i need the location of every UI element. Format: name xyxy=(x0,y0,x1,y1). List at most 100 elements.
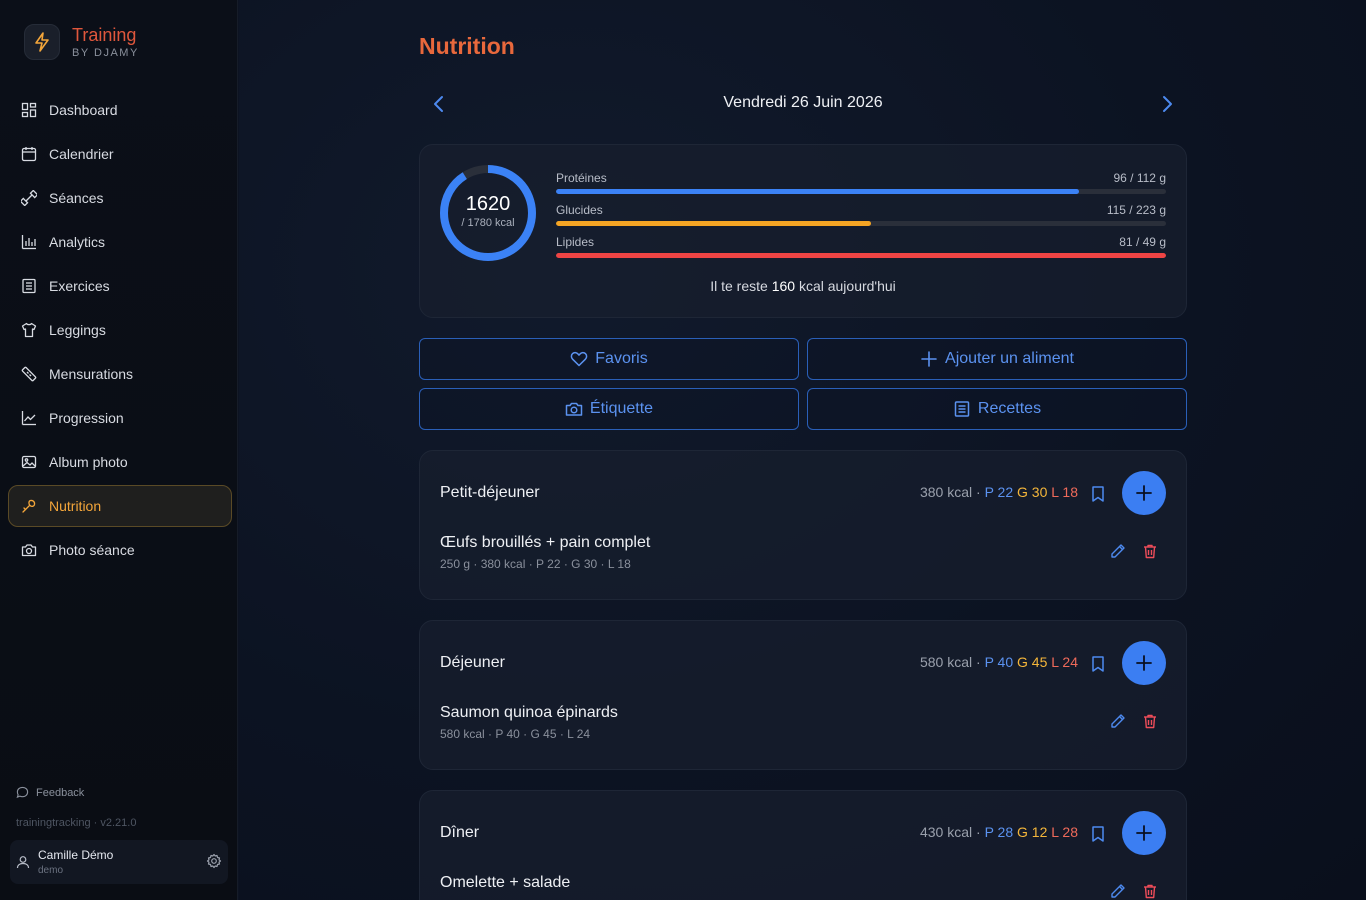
favorites-label: Favoris xyxy=(595,350,648,367)
sidebar-item-progression[interactable]: Progression xyxy=(8,397,232,439)
main-content: Nutrition Vendredi 26 Juin 2026 1620 / 1… xyxy=(239,0,1366,900)
sidebar-item-label: Dashboard xyxy=(49,102,118,118)
dumbbell-icon xyxy=(21,190,37,206)
trash-icon[interactable] xyxy=(1142,883,1158,899)
meal-stats-separator: · xyxy=(976,484,981,500)
sidebar-item-photo-seance[interactable]: Photo séance xyxy=(8,529,232,571)
bookmark-icon[interactable] xyxy=(1090,485,1106,503)
meal-card-diner: Dîner 430 kcal · P 28 G 12 L 28 Omelette… xyxy=(419,790,1187,900)
calendar-icon xyxy=(21,147,37,162)
favorites-button[interactable]: Favoris xyxy=(419,338,799,380)
macro-value: 96 / 112 g xyxy=(1113,171,1167,185)
sidebar-item-album-photo[interactable]: Album photo xyxy=(8,441,232,483)
macro-label: Glucides xyxy=(556,203,603,217)
pencil-icon[interactable] xyxy=(1110,543,1126,559)
sidebar-item-label: Progression xyxy=(49,410,124,426)
sidebar-item-analytics[interactable]: Analytics xyxy=(8,221,232,263)
dashboard-icon xyxy=(21,102,37,118)
brand-title: Training xyxy=(72,25,137,45)
recipes-label: Recettes xyxy=(977,400,1042,417)
macro-bar-fill xyxy=(556,221,871,226)
image-icon xyxy=(21,455,37,469)
current-date: Vendredi 26 Juin 2026 xyxy=(723,94,883,111)
meal-stats: 380 kcal · P 22 G 30 L 18 xyxy=(920,484,1078,500)
meal-title: Déjeuner xyxy=(440,654,505,671)
remaining-prefix: Il te reste xyxy=(710,278,768,294)
meal-stats-separator: · xyxy=(976,824,981,840)
camera-icon xyxy=(565,402,583,416)
list-icon xyxy=(22,278,36,294)
recipes-button[interactable]: Recettes xyxy=(807,388,1187,430)
sidebar: Training BY DJAMY Dashboard Calendrier S… xyxy=(0,0,238,900)
sidebar-item-label: Photo séance xyxy=(49,542,135,558)
sidebar-item-exercices[interactable]: Exercices xyxy=(8,265,232,307)
meal-protein: P 22 xyxy=(984,484,1014,500)
add-food-label: Ajouter un aliment xyxy=(945,350,1074,367)
add-to-meal-button[interactable] xyxy=(1122,641,1166,685)
sidebar-item-calendrier[interactable]: Calendrier xyxy=(8,133,232,175)
bolt-icon xyxy=(24,24,60,60)
meal-card-dejeuner: Déjeuner 580 kcal · P 40 G 45 L 24 Saumo… xyxy=(419,620,1187,770)
user-icon xyxy=(16,856,30,869)
label-scan-label: Étiquette xyxy=(589,400,654,417)
heart-icon xyxy=(570,351,588,367)
page-title: Nutrition xyxy=(419,33,515,59)
meal-fat: L 18 xyxy=(1051,484,1078,500)
shirt-icon xyxy=(21,322,37,338)
sidebar-item-label: Analytics xyxy=(49,234,106,250)
macro-proteines: Protéines 96 / 112 g xyxy=(556,171,1166,194)
trash-icon[interactable] xyxy=(1142,543,1158,559)
add-to-meal-button[interactable] xyxy=(1122,811,1166,855)
user-profile[interactable]: Camille Démo demo xyxy=(10,840,228,884)
label-scan-button[interactable]: Étiquette xyxy=(419,388,799,430)
macro-bar-fill xyxy=(556,253,1166,258)
calorie-ring: 1620 / 1780 kcal xyxy=(440,165,536,261)
gear-icon[interactable] xyxy=(206,853,222,869)
sidebar-item-seances[interactable]: Séances xyxy=(8,177,232,219)
sidebar-item-mensurations[interactable]: Mensurations xyxy=(8,353,232,395)
meal-kcal: 580 kcal xyxy=(919,654,973,670)
feedback-label: Feedback xyxy=(36,786,85,799)
add-to-meal-button[interactable] xyxy=(1122,471,1166,515)
sidebar-item-label: Mensurations xyxy=(49,366,134,382)
bar-chart-icon xyxy=(21,235,36,250)
macro-value: 81 / 49 g xyxy=(1119,235,1166,249)
sidebar-item-label: Nutrition xyxy=(49,498,102,514)
bookmark-icon[interactable] xyxy=(1090,825,1106,843)
user-name: Camille Démo xyxy=(38,848,114,862)
sidebar-item-label: Séances xyxy=(49,190,104,206)
sidebar-item-dashboard[interactable]: Dashboard xyxy=(8,89,232,131)
bookmark-icon[interactable] xyxy=(1090,655,1106,673)
feedback-link[interactable]: Feedback xyxy=(16,786,84,799)
food-name: Omelette + salade xyxy=(440,874,571,891)
daily-summary-card: 1620 / 1780 kcal Protéines 96 / 112 g Glu… xyxy=(419,144,1187,318)
document-icon xyxy=(954,401,970,417)
sidebar-item-nutrition[interactable]: Nutrition xyxy=(8,485,232,527)
trash-icon[interactable] xyxy=(1142,713,1158,729)
remaining-calories: Il te reste 160 kcal aujourd'hui xyxy=(420,278,1186,294)
meal-kcal: 430 kcal xyxy=(919,824,973,840)
food-detail: 580 kcal · P 40 · G 45 · L 24 xyxy=(440,727,591,741)
sidebar-item-label: Exercices xyxy=(49,278,110,294)
brand[interactable]: Training BY DJAMY xyxy=(24,24,139,60)
camera-icon xyxy=(21,544,37,557)
meal-kcal: 380 kcal xyxy=(919,484,973,500)
macro-bar-fill xyxy=(556,189,1079,194)
sidebar-item-label: Leggings xyxy=(49,322,106,338)
pencil-icon[interactable] xyxy=(1110,883,1126,899)
chevron-right-icon[interactable] xyxy=(1155,92,1179,116)
meal-title: Dîner xyxy=(440,824,480,841)
date-navigator: Vendredi 26 Juin 2026 xyxy=(419,88,1187,120)
add-food-button[interactable]: Ajouter un aliment xyxy=(807,338,1187,380)
plus-icon xyxy=(1136,825,1152,841)
version-label: trainingtracking · v2.21.0 xyxy=(16,817,137,829)
remaining-value: 160 xyxy=(771,278,796,294)
sidebar-item-leggings[interactable]: Leggings xyxy=(8,309,232,351)
meal-stats: 580 kcal · P 40 G 45 L 24 xyxy=(920,654,1078,670)
plus-icon xyxy=(921,351,937,367)
macro-bar xyxy=(556,253,1166,258)
meal-carbs: G 12 xyxy=(1017,824,1048,840)
macro-value: 115 / 223 g xyxy=(1106,203,1166,217)
pencil-icon[interactable] xyxy=(1110,713,1126,729)
calories-consumed: 1620 xyxy=(465,193,511,215)
